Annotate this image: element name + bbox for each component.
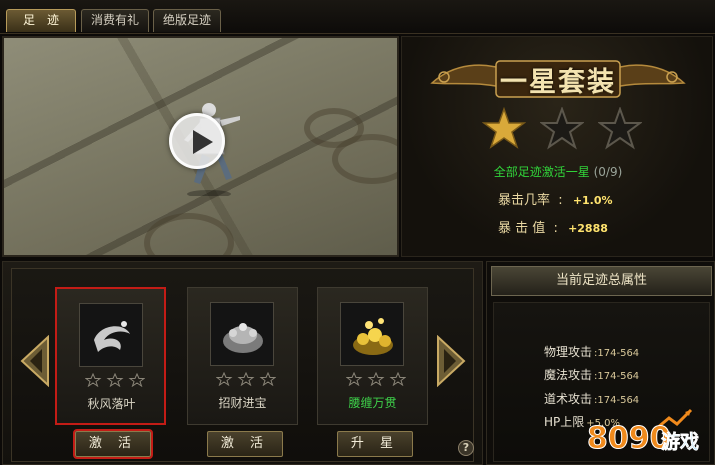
set-title: 一星套装 <box>500 67 616 98</box>
treasure-icon <box>211 303 273 365</box>
footprint-star-rating <box>346 372 406 386</box>
attr-colon: : <box>549 221 558 236</box>
star-empty-icon <box>598 107 642 150</box>
footprint-card-wealth[interactable]: 招财进宝 <box>187 287 298 425</box>
play-button[interactable] <box>169 113 225 169</box>
footprint-card-autumn-leaves[interactable]: 秋风落叶 <box>55 287 166 425</box>
set-panel: 一星套装 全部足迹激活一星 (0/9) 暴击几率 : +1.0% 暴 击 值 :… <box>401 36 713 257</box>
set-attr-crit-rate: 暴击几率 : +1.0% <box>498 189 613 208</box>
activate-button[interactable]: 激 活 <box>207 431 283 457</box>
attr-value: :174-564 <box>594 348 640 359</box>
tab-bar: 足 迹 消费有礼 绝版足迹 <box>0 0 715 34</box>
selector-frame: 秋风落叶 激 活 招财进宝 激 活 腰缠万贯 升 星 ? <box>11 268 474 462</box>
footprint-selector: 秋风落叶 激 活 招财进宝 激 活 腰缠万贯 升 星 ? <box>2 261 483 465</box>
attr-row-magic-attack: 魔法攻击:174-564 <box>544 366 639 383</box>
site-watermark-logo: 8090 游戏 <box>587 408 699 457</box>
activate-button[interactable]: 激 活 <box>73 429 153 459</box>
gold-coins-icon <box>341 303 403 365</box>
watermark-text: 游戏 <box>661 430 699 453</box>
floor-ornament <box>332 134 397 184</box>
tab-footprint[interactable]: 足 迹 <box>6 9 76 32</box>
attr-row-taoist-attack: 道术攻击:174-564 <box>544 390 639 407</box>
attr-label: 暴击几率 <box>498 193 551 208</box>
star-empty-icon <box>540 107 584 150</box>
watermark-number: 8090 <box>587 421 671 456</box>
footprint-star-rating <box>216 372 276 386</box>
set-attr-crit-value: 暴 击 值 : +2888 <box>498 217 608 236</box>
footprint-star-rating <box>85 373 145 387</box>
attr-label: 道术攻击 <box>544 392 593 406</box>
floor-ornament <box>144 213 234 255</box>
upgrade-star-button[interactable]: 升 星 <box>337 431 413 457</box>
attr-value: +1.0% <box>572 194 613 207</box>
footprint-name: 招财进宝 <box>218 396 267 410</box>
attr-value: +2888 <box>568 222 608 235</box>
star-filled-icon <box>482 107 526 149</box>
attr-value: :174-564 <box>594 395 640 406</box>
activation-progress: 全部足迹激活一星 (0/9) <box>402 163 714 180</box>
tab-limited-footprint[interactable]: 绝版足迹 <box>153 9 221 32</box>
footprint-name: 秋风落叶 <box>87 397 136 411</box>
footprint-icon <box>340 302 404 366</box>
attr-value: :174-564 <box>594 371 640 382</box>
footprint-card-wealthy-belt[interactable]: 腰缠万贯 <box>317 287 428 425</box>
attr-label: 魔法攻击 <box>544 368 593 382</box>
help-icon[interactable]: ? <box>458 440 474 456</box>
activation-text: 全部足迹激活一星 <box>493 165 590 179</box>
attr-label: HP上限 <box>544 415 585 429</box>
footprint-icon <box>210 302 274 366</box>
total-attributes-title: 当前足迹总属性 <box>491 266 712 296</box>
activation-count: (0/9) <box>593 165 623 179</box>
arrow-right-icon[interactable] <box>436 335 466 387</box>
arrow-left-icon[interactable] <box>20 335 50 387</box>
footprint-icon <box>79 303 143 367</box>
set-star-rating <box>482 107 642 151</box>
tab-spending-gift[interactable]: 消费有礼 <box>81 9 149 32</box>
footprint-preview <box>2 36 399 257</box>
attr-label: 暴 击 值 <box>498 221 546 236</box>
footprint-name: 腰缠万贯 <box>348 396 397 410</box>
attr-colon: : <box>554 193 563 208</box>
attr-row-physical-attack: 物理攻击:174-564 <box>544 343 639 360</box>
attr-label: 物理攻击 <box>544 345 593 359</box>
wind-swirl-icon <box>80 304 142 366</box>
